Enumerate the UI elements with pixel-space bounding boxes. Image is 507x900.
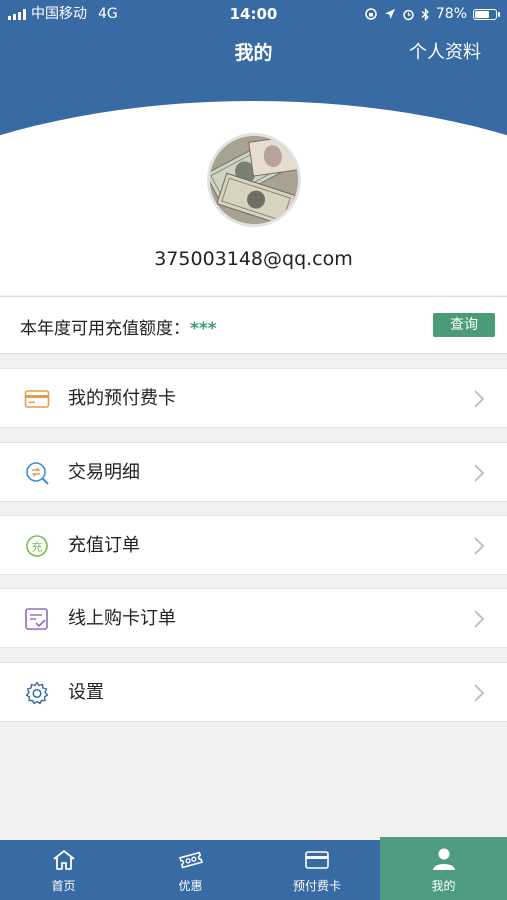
menu-item-online-card-orders[interactable]: 线上购卡订单 bbox=[0, 588, 507, 648]
transaction-search-icon bbox=[26, 462, 49, 485]
menu-item-settings[interactable]: 设置 bbox=[0, 662, 507, 722]
menu-label: 交易明细 bbox=[68, 462, 140, 483]
bluetooth-icon bbox=[421, 7, 429, 21]
svg-text:充: 充 bbox=[32, 540, 43, 554]
title-bar: 我的 个人资料 bbox=[0, 38, 507, 68]
chevron-right-icon bbox=[474, 390, 485, 408]
user-icon bbox=[432, 848, 455, 870]
menu-item-transactions[interactable]: 交易明细 bbox=[0, 442, 507, 502]
query-button[interactable]: 查询 bbox=[433, 313, 495, 337]
quota-label: 本年度可用充值额度：*** bbox=[20, 314, 217, 339]
tab-label: 我的 bbox=[431, 879, 456, 893]
card-icon bbox=[305, 851, 329, 869]
tab-label: 首页 bbox=[51, 879, 76, 893]
tab-label: 预付费卡 bbox=[292, 879, 341, 893]
chevron-right-icon bbox=[474, 684, 485, 702]
tab-prepaid-cards[interactable]: 预付费卡 bbox=[254, 840, 380, 900]
alarm-icon bbox=[403, 9, 414, 20]
home-icon bbox=[52, 850, 75, 870]
menu-item-recharge-orders[interactable]: 充 充值订单 bbox=[0, 515, 507, 575]
gear-icon bbox=[25, 681, 49, 705]
status-right: 78% bbox=[364, 0, 500, 28]
rotation-lock-icon bbox=[365, 8, 377, 20]
battery-percent: 78% bbox=[435, 6, 467, 22]
ticket-icon bbox=[178, 851, 203, 869]
tab-mine[interactable]: 我的 bbox=[380, 837, 507, 900]
quota-value: *** bbox=[190, 319, 217, 339]
avatar[interactable] bbox=[207, 133, 301, 227]
tab-offers[interactable]: 优惠 bbox=[127, 840, 254, 900]
location-icon bbox=[384, 9, 395, 19]
menu-label: 设置 bbox=[68, 682, 104, 703]
avatar-image bbox=[210, 136, 298, 224]
tab-home[interactable]: 首页 bbox=[0, 840, 127, 900]
order-icon bbox=[25, 608, 48, 630]
recharge-quota-row: 本年度可用充值额度：*** 查询 bbox=[0, 296, 507, 354]
tab-label: 优惠 bbox=[178, 879, 203, 893]
recharge-icon: 充 bbox=[26, 535, 48, 557]
menu-label: 充值订单 bbox=[68, 535, 140, 556]
chevron-right-icon bbox=[474, 464, 485, 482]
battery-icon bbox=[473, 8, 500, 20]
chevron-right-icon bbox=[474, 537, 485, 555]
status-bar: 中国移动 4G 14:00 78% bbox=[0, 0, 507, 28]
profile-link[interactable]: 个人资料 bbox=[409, 38, 481, 68]
card-icon bbox=[24, 390, 50, 408]
menu-label: 线上购卡订单 bbox=[68, 608, 176, 629]
user-email: 375003148@qq.com bbox=[154, 248, 353, 270]
chevron-right-icon bbox=[474, 610, 485, 628]
tab-bar: 首页 优惠 预付费卡 我的 bbox=[0, 837, 507, 900]
menu-label: 我的预付费卡 bbox=[68, 388, 176, 409]
menu-item-prepaid-cards[interactable]: 我的预付费卡 bbox=[0, 368, 507, 428]
quota-label-text: 本年度可用充值额度： bbox=[20, 319, 190, 339]
